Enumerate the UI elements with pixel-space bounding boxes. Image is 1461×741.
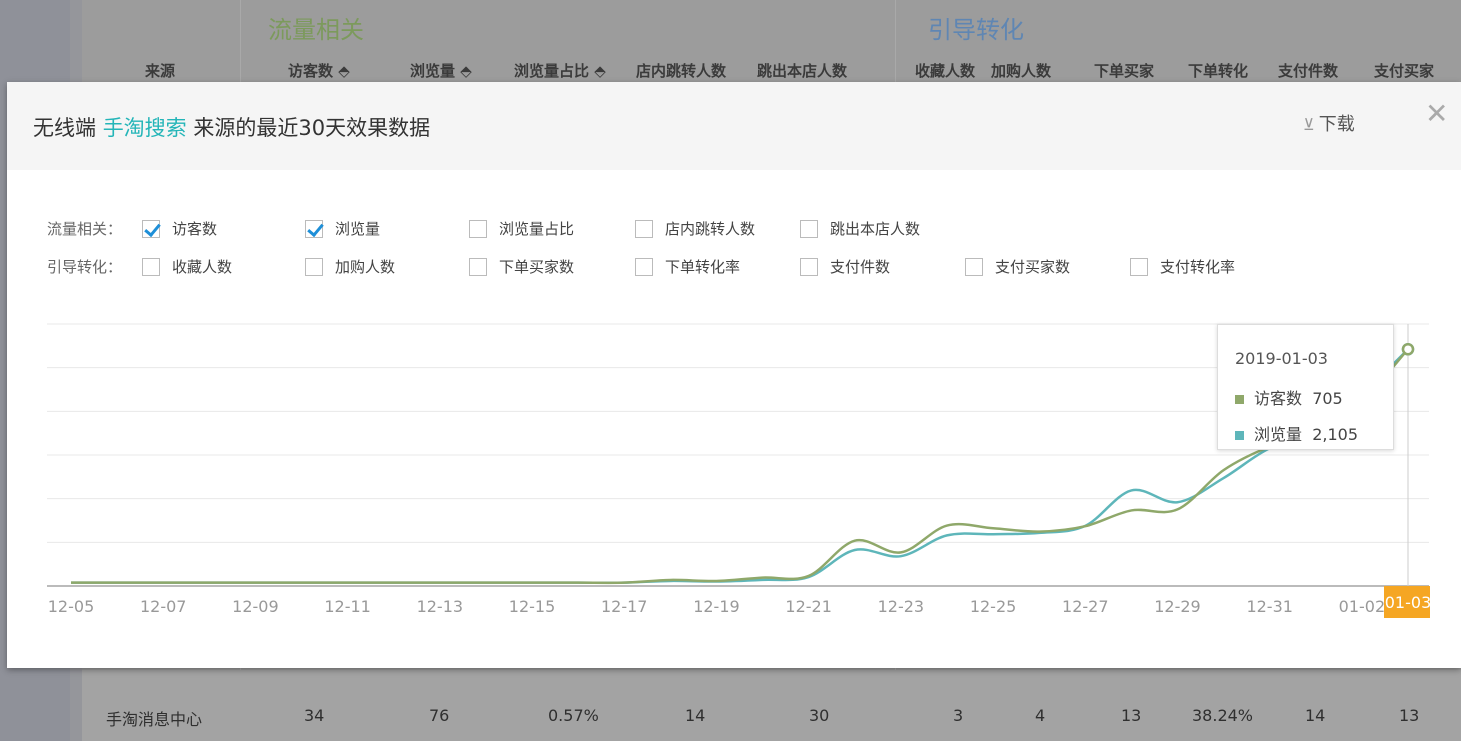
bg-table-body: 手淘消息中心 34 76 0.57% 14 30 3 4 13 38.24% 1…	[82, 670, 1461, 741]
tooltip-row-pageviews: 浏览量 2,105	[1235, 421, 1358, 445]
x-tick-label: 12-11	[324, 597, 371, 616]
bg-col-cart: 加购人数	[991, 62, 1052, 80]
x-tick-label: 01-03	[1385, 593, 1432, 612]
x-tick-label: 12-23	[878, 597, 925, 616]
tooltip-date: 2019-01-03	[1235, 349, 1328, 368]
effect-data-modal: 无线端 手淘搜索 来源的最近30天效果数据 ⊻ 下载 ✕ 流量相关： 访客数 浏览…	[7, 82, 1461, 668]
x-tick-label: 12-05	[48, 597, 95, 616]
table-cell: 13	[1121, 706, 1142, 725]
x-tick-label: 12-17	[601, 597, 648, 616]
series-swatch	[1235, 431, 1244, 440]
bg-col-pageviews[interactable]: 浏览量 ⬘	[410, 60, 472, 81]
series-swatch	[1235, 395, 1244, 404]
x-tick-label: 12-09	[232, 597, 279, 616]
bg-col-buyers: 下单买家	[1094, 62, 1155, 80]
table-cell: 4	[1035, 706, 1046, 725]
tooltip-series-value: 705	[1312, 389, 1343, 408]
tooltip-series-name: 浏览量	[1254, 425, 1303, 444]
table-cell: 0.57%	[548, 706, 599, 725]
x-tick-label: 12-15	[509, 597, 556, 616]
table-cell: 14	[1305, 706, 1326, 725]
bg-col-source: 来源	[145, 62, 176, 80]
series-line-visitors	[71, 348, 1409, 585]
x-tick-label: 12-27	[1062, 597, 1109, 616]
chart-tooltip: 2019-01-03 访客数 705 浏览量 2,105	[1217, 324, 1394, 450]
bg-col-pay-items: 支付件数	[1278, 62, 1339, 80]
table-cell: 3	[953, 706, 964, 725]
table-row: 手淘消息中心 34 76 0.57% 14 30 3 4 13 38.24% 1…	[82, 706, 1461, 736]
series-line-pageviews	[71, 348, 1409, 585]
bg-group-traffic: 流量相关	[268, 16, 364, 44]
x-tick-label: 12-29	[1154, 597, 1201, 616]
bg-col-bounce: 跳出本店人数	[757, 62, 848, 80]
tooltip-series-value: 2,105	[1312, 425, 1358, 444]
bg-col-pv-share[interactable]: 浏览量占比 ⬘	[514, 60, 606, 81]
x-tick-label: 01-02	[1339, 597, 1386, 616]
table-cell: 38.24%	[1192, 706, 1254, 725]
x-tick-label: 12-21	[785, 597, 832, 616]
bg-col-visitors[interactable]: 访客数 ⬘	[288, 60, 350, 81]
bg-table-header: 来源 访客数 ⬘ 浏览量 ⬘ 浏览量占比 ⬘ 店内跳转人数 跳出本店人数 收藏人…	[82, 60, 1461, 82]
bg-col-favorites: 收藏人数	[915, 62, 976, 80]
table-cell[interactable]: 手淘消息中心	[106, 706, 202, 730]
x-tick-label: 12-25	[970, 597, 1017, 616]
x-tick-label: 12-13	[417, 597, 464, 616]
table-cell: 34	[304, 706, 325, 725]
x-tick-label: 12-07	[140, 597, 187, 616]
hover-point	[1401, 342, 1415, 356]
bg-group-conversion: 引导转化	[928, 16, 1024, 44]
bg-col-internal-jump: 店内跳转人数	[636, 62, 727, 80]
table-cell: 13	[1399, 706, 1420, 725]
table-cell: 14	[685, 706, 706, 725]
table-cell: 30	[809, 706, 830, 725]
tooltip-series-name: 访客数	[1254, 389, 1303, 408]
bg-col-order-conv: 下单转化	[1188, 62, 1249, 80]
x-tick-label: 12-19	[693, 597, 740, 616]
x-tick-label: 12-31	[1246, 597, 1293, 616]
tooltip-row-visitors: 访客数 705	[1235, 385, 1343, 409]
bg-col-pay-buyers: 支付买家	[1374, 62, 1435, 80]
table-cell: 76	[429, 706, 450, 725]
